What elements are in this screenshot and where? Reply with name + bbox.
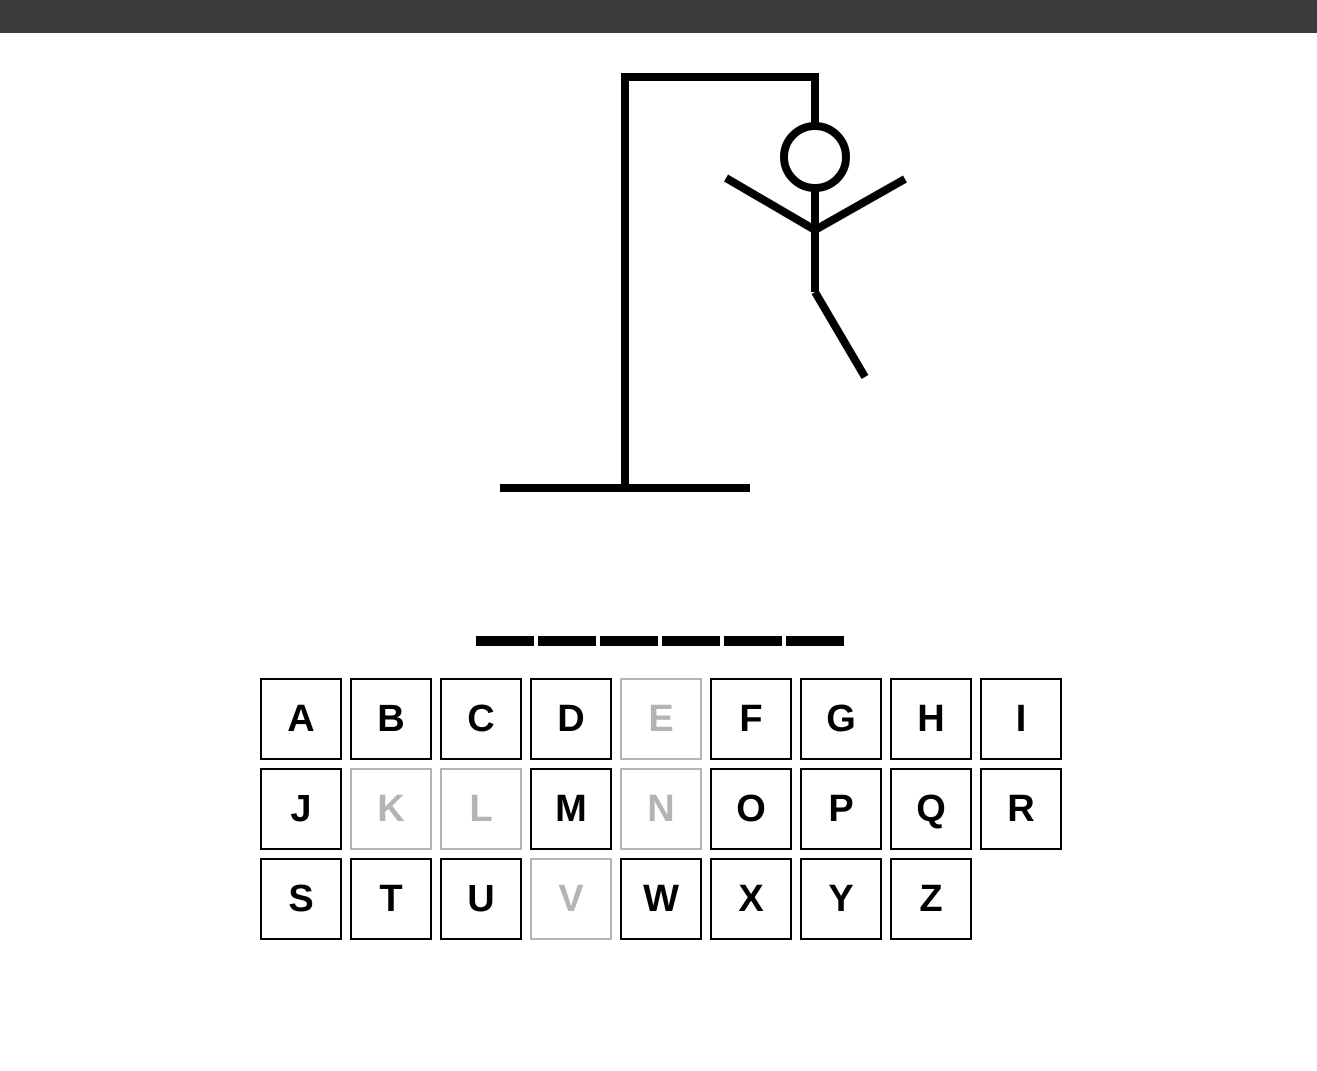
letter-blank [538,636,596,646]
figure-right-leg [811,289,869,380]
letter-blank [600,636,658,646]
letter-key-s[interactable]: S [260,858,342,940]
letter-blank [724,636,782,646]
letter-key-m[interactable]: M [530,768,612,850]
letter-key-x[interactable]: X [710,858,792,940]
figure-head [780,122,850,192]
letter-key-q[interactable]: Q [890,768,972,850]
letter-key-p[interactable]: P [800,768,882,850]
letter-key-r[interactable]: R [980,768,1062,850]
letter-key-t[interactable]: T [350,858,432,940]
letter-blank [662,636,720,646]
letter-key-w[interactable]: W [620,858,702,940]
letter-key-c[interactable]: C [440,678,522,760]
letter-key-y[interactable]: Y [800,858,882,940]
letter-key-e: E [620,678,702,760]
letter-key-g[interactable]: G [800,678,882,760]
letter-key-b[interactable]: B [350,678,432,760]
letter-key-j[interactable]: J [260,768,342,850]
keyboard-row: STUVWXYZ [260,858,1070,940]
hangman-drawing [500,73,907,492]
letter-key-k: K [350,768,432,850]
letter-key-z[interactable]: Z [890,858,972,940]
letter-key-f[interactable]: F [710,678,792,760]
word-blanks [476,636,844,646]
letter-keyboard: ABCDEFGHIJKLMNOPQRSTUVWXYZ [260,678,1070,948]
letter-key-i[interactable]: I [980,678,1062,760]
letter-key-d[interactable]: D [530,678,612,760]
letter-blank [476,636,534,646]
letter-blank [786,636,844,646]
letter-key-l: L [440,768,522,850]
letter-key-o[interactable]: O [710,768,792,850]
keyboard-row: JKLMNOPQR [260,768,1070,850]
letter-key-n: N [620,768,702,850]
letter-key-v: V [530,858,612,940]
letter-key-u[interactable]: U [440,858,522,940]
letter-key-a[interactable]: A [260,678,342,760]
letter-key-h[interactable]: H [890,678,972,760]
keyboard-row: ABCDEFGHI [260,678,1070,760]
